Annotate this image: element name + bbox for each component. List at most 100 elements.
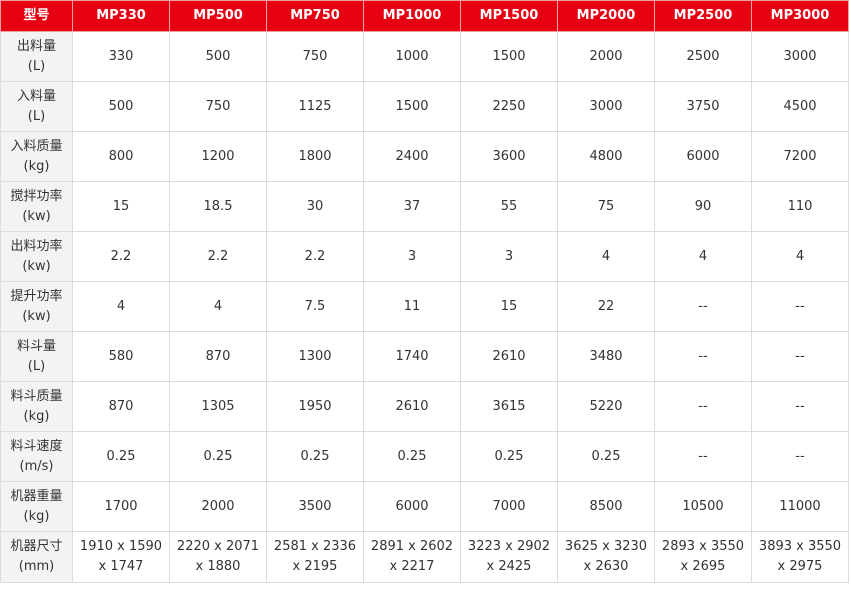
table-cell: -- — [654, 331, 752, 382]
cell-line: x 2695 — [680, 559, 726, 574]
table-cell: 7.5 — [266, 281, 364, 332]
table-cell: 2891 x 2602 x 2217 — [363, 531, 461, 583]
table-cell: 4 — [751, 231, 849, 282]
table-cell: -- — [751, 431, 849, 482]
table-cell: 6000 — [363, 481, 461, 532]
table-cell: 11000 — [751, 481, 849, 532]
row-param-unit: (mm) — [18, 559, 55, 574]
table-cell: 2610 — [363, 381, 461, 432]
table-cell: 22 — [557, 281, 655, 332]
table-cell: 750 — [169, 81, 267, 132]
table-cell: 5220 — [557, 381, 655, 432]
table-cell: 3600 — [460, 131, 558, 182]
table-row: 搅拌功率 (kw) 15 18.5 30 37 55 75 90 110 — [0, 181, 849, 232]
table-cell: 2250 — [460, 81, 558, 132]
table-row: 机器尺寸 (mm) 1910 x 1590 x 1747 2220 x 2071 x 18… — [0, 531, 849, 583]
table-cell: 11 — [363, 281, 461, 332]
table-cell: 0.25 — [460, 431, 558, 482]
table-cell: 3 — [363, 231, 461, 282]
table-cell: 1125 — [266, 81, 364, 132]
table-cell: 4500 — [751, 81, 849, 132]
model-header: MP2000 — [557, 0, 655, 32]
table-cell: 4 — [654, 231, 752, 282]
cell-line: 3223 x 2902 — [467, 539, 551, 554]
table-cell: 2.2 — [169, 231, 267, 282]
table-cell: 3223 x 2902 x 2425 — [460, 531, 558, 583]
table-cell: 500 — [72, 81, 170, 132]
table-cell: 2500 — [654, 31, 752, 82]
table-cell: -- — [751, 381, 849, 432]
row-header: 出料功率 (kw) — [0, 231, 73, 282]
row-param-unit: (m/s) — [19, 458, 54, 474]
table-cell: -- — [751, 331, 849, 382]
table-cell: -- — [654, 281, 752, 332]
row-header: 入料质量 (kg) — [0, 131, 73, 182]
cell-line: x 2195 — [292, 559, 338, 574]
table-cell: 2.2 — [266, 231, 364, 282]
table-cell: -- — [654, 381, 752, 432]
model-header: MP2500 — [654, 0, 752, 32]
table-cell: 18.5 — [169, 181, 267, 232]
table-cell: 7200 — [751, 131, 849, 182]
table-cell: 800 — [72, 131, 170, 182]
row-header: 机器尺寸 (mm) — [0, 531, 73, 583]
table-cell: 0.25 — [557, 431, 655, 482]
table-cell: 3480 — [557, 331, 655, 382]
cell-line: 3893 x 3550 — [758, 539, 842, 554]
table-cell: 15 — [72, 181, 170, 232]
row-param-name: 机器尺寸 — [10, 539, 63, 554]
cell-line: 2220 x 2071 — [176, 539, 260, 554]
model-header: MP1000 — [363, 0, 461, 32]
table-cell: 55 — [460, 181, 558, 232]
table-cell: 10500 — [654, 481, 752, 532]
table-cell: 2000 — [169, 481, 267, 532]
table-cell: 750 — [266, 31, 364, 82]
table-cell: 1300 — [266, 331, 364, 382]
cell-line: 2581 x 2336 — [273, 539, 357, 554]
table-cell: 1500 — [363, 81, 461, 132]
table-cell: 870 — [169, 331, 267, 382]
table-row: 出料量 (L) 330 500 750 1000 1500 2000 2500 3000 — [0, 31, 849, 82]
row-param-name: 出料量 — [16, 38, 56, 54]
cell-line: 1910 x 1590 — [79, 539, 163, 554]
table-cell: 3 — [460, 231, 558, 282]
table-cell: 580 — [72, 331, 170, 382]
row-header: 出料量 (L) — [0, 31, 73, 82]
table-cell: 0.25 — [363, 431, 461, 482]
table-cell: 30 — [266, 181, 364, 232]
cell-line: x 2975 — [777, 559, 823, 574]
row-param-name: 入料质量 — [10, 138, 63, 154]
table-cell: 8500 — [557, 481, 655, 532]
row-param-name: 搅拌功率 — [10, 188, 63, 204]
row-param-unit: (kw) — [22, 308, 51, 324]
table-cell: 90 — [654, 181, 752, 232]
table-cell: 3000 — [557, 81, 655, 132]
table-row: 料斗量 (L) 580 870 1300 1740 2610 3480 -- -- — [0, 331, 849, 382]
table-header: 型号 MP330 MP500 MP750 MP1000 MP1500 MP200… — [0, 0, 849, 32]
table-cell: 3750 — [654, 81, 752, 132]
table-cell: 1500 — [460, 31, 558, 82]
table-cell: 1950 — [266, 381, 364, 432]
table-cell: 3893 x 3550 x 2975 — [751, 531, 849, 583]
table-cell: 75 — [557, 181, 655, 232]
model-header: MP3000 — [751, 0, 849, 32]
table-cell: -- — [654, 431, 752, 482]
table-cell: 2220 x 2071 x 1880 — [169, 531, 267, 583]
table-cell: 2893 x 3550 x 2695 — [654, 531, 752, 583]
row-param-unit: (L) — [27, 58, 46, 74]
table-cell: 330 — [72, 31, 170, 82]
table-cell: 4 — [557, 231, 655, 282]
row-param-name: 机器重量 — [10, 488, 63, 504]
row-header: 料斗速度 (m/s) — [0, 431, 73, 482]
row-param-name: 提升功率 — [10, 288, 63, 304]
model-header: MP330 — [72, 0, 170, 32]
table-row: 提升功率 (kw) 4 4 7.5 11 15 22 -- -- — [0, 281, 849, 332]
table-cell: 4 — [169, 281, 267, 332]
cell-line: x 2630 — [583, 559, 629, 574]
row-header: 机器重量 (kg) — [0, 481, 73, 532]
table-cell: -- — [751, 281, 849, 332]
table-row: 料斗速度 (m/s) 0.25 0.25 0.25 0.25 0.25 0.25 -- -- — [0, 431, 849, 482]
row-param-unit: (kw) — [22, 208, 51, 224]
table-cell: 1740 — [363, 331, 461, 382]
header-row: 型号 MP330 MP500 MP750 MP1000 MP1500 MP200… — [0, 0, 849, 32]
